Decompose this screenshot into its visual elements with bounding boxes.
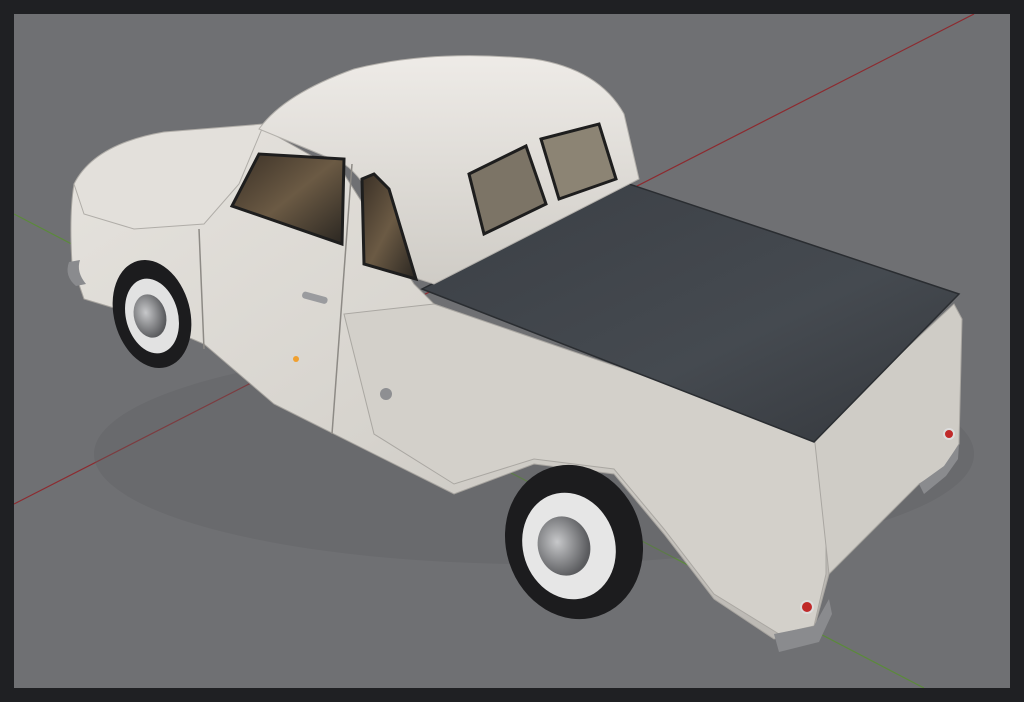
tail-light-right [943, 428, 955, 440]
fuel-cap-icon [380, 388, 392, 400]
viewport-scene [14, 14, 975, 688]
tail-light-left [800, 600, 814, 614]
pickup-truck-model[interactable] [67, 55, 963, 652]
3d-viewport[interactable] [14, 14, 1010, 688]
window-frame [0, 0, 1024, 702]
object-origin-marker[interactable] [293, 356, 299, 362]
